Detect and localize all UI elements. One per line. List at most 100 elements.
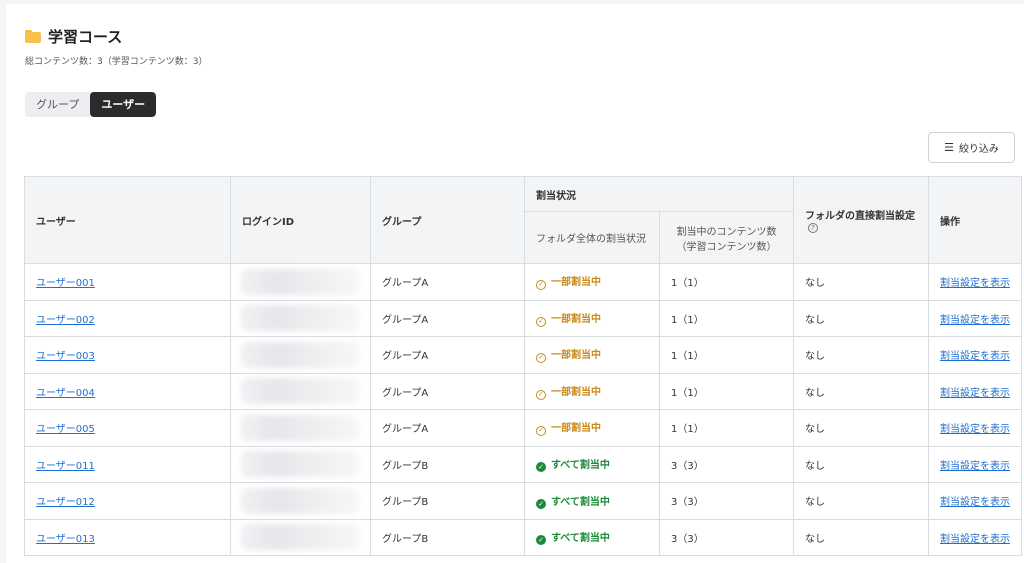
user-link[interactable]: ユーザー004 [36, 388, 95, 399]
cell-user: ユーザー013 [24, 518, 231, 556]
cell-action: 割当設定を表示 [928, 409, 1022, 447]
view-assignment-link[interactable]: 割当設定を表示 [940, 278, 1010, 289]
table-row: ユーザー001 グループA ✓ 一部割当中 1（1） なし 割当設定を表示 [24, 263, 1022, 301]
cell-action: 割当設定を表示 [928, 482, 1022, 520]
header-group: グループ [370, 176, 525, 264]
login-id-redacted [241, 341, 359, 368]
clock-check-icon: ✓ [536, 280, 546, 291]
cell-folder-status: ✓ 一部割当中 [524, 336, 660, 374]
login-id-redacted [241, 451, 359, 478]
main-panel: 学習コース 総コンテンツ数：3（学習コンテンツ数：3） グループ ユーザー ☰ … [6, 4, 1024, 563]
cell-content-count: 1（1） [659, 263, 794, 301]
cell-content-count: 3（3） [659, 518, 794, 556]
title-row: 学習コース [25, 26, 122, 47]
filter-icon: ☰ [944, 141, 954, 154]
view-assignment-link[interactable]: 割当設定を表示 [940, 315, 1010, 326]
header-user: ユーザー [24, 176, 231, 264]
cell-folder-status: ✓ 一部割当中 [524, 263, 660, 301]
cell-login-id [230, 372, 371, 410]
cell-folder-status: ✓ すべて割当中 [524, 445, 660, 483]
cell-action: 割当設定を表示 [928, 445, 1022, 483]
cell-content-count: 1（1） [659, 336, 794, 374]
cell-user: ユーザー002 [24, 299, 231, 337]
cell-content-count: 1（1） [659, 372, 794, 410]
login-id-redacted [241, 524, 359, 551]
toggle-group-button[interactable]: グループ [25, 92, 90, 117]
clock-check-icon: ✓ [536, 353, 546, 364]
cell-folder-status: ✓ すべて割当中 [524, 482, 660, 520]
cell-folder-status: ✓ すべて割当中 [524, 518, 660, 556]
cell-action: 割当設定を表示 [928, 263, 1022, 301]
login-id-redacted [241, 414, 359, 441]
content-count-label: 割当中のコンテンツ数 [676, 226, 777, 238]
toggle-user-button[interactable]: ユーザー [90, 92, 157, 117]
table-row: ユーザー004 グループA ✓ 一部割当中 1（1） なし 割当設定を表示 [24, 372, 1022, 410]
table-row: ユーザー012 グループB ✓ すべて割当中 3（3） なし 割当設定を表示 [24, 482, 1022, 520]
cell-direct-assign: なし [793, 263, 929, 301]
status-text: 一部割当中 [551, 386, 601, 398]
table-row: ユーザー002 グループA ✓ 一部割当中 1（1） なし 割当設定を表示 [24, 299, 1022, 337]
cell-login-id [230, 445, 371, 483]
table-body: ユーザー001 グループA ✓ 一部割当中 1（1） なし 割当設定を表示 ユーザー002 グル… [24, 263, 1022, 556]
cell-folder-status: ✓ 一部割当中 [524, 372, 660, 410]
status-text: すべて割当中 [551, 460, 610, 472]
cell-content-count: 1（1） [659, 409, 794, 447]
header-folder-status: フォルダ全体の割当状況 [524, 211, 660, 264]
user-link[interactable]: ユーザー001 [36, 278, 95, 289]
cell-user: ユーザー005 [24, 409, 231, 447]
cell-direct-assign: なし [793, 336, 929, 374]
filter-button[interactable]: ☰ 絞り込み [928, 132, 1015, 163]
user-link[interactable]: ユーザー012 [36, 497, 95, 508]
user-link[interactable]: ユーザー002 [36, 315, 95, 326]
cell-group: グループA [370, 299, 525, 337]
cell-login-id [230, 518, 371, 556]
page-title: 学習コース [48, 28, 123, 46]
direct-assign-label: フォルダの直接割当設定 [805, 211, 915, 222]
login-id-redacted [241, 378, 359, 405]
user-link[interactable]: ユーザー013 [36, 534, 95, 545]
cell-direct-assign: なし [793, 409, 929, 447]
user-link[interactable]: ユーザー003 [36, 351, 95, 362]
view-assignment-link[interactable]: 割当設定を表示 [940, 461, 1010, 472]
content-count-summary: 総コンテンツ数：3（学習コンテンツ数：3） [25, 57, 208, 67]
view-assignment-link[interactable]: 割当設定を表示 [940, 534, 1010, 545]
cell-content-count: 1（1） [659, 299, 794, 337]
cell-user: ユーザー004 [24, 372, 231, 410]
header-content-count: 割当中のコンテンツ数 （学習コンテンツ数） [659, 211, 794, 264]
view-assignment-link[interactable]: 割当設定を表示 [940, 497, 1010, 508]
status-text: 一部割当中 [551, 350, 601, 362]
status-text: 一部割当中 [551, 423, 601, 435]
cell-content-count: 3（3） [659, 482, 794, 520]
cell-direct-assign: なし [793, 445, 929, 483]
folder-icon [25, 30, 41, 43]
view-assignment-link[interactable]: 割当設定を表示 [940, 388, 1010, 399]
cell-user: ユーザー012 [24, 482, 231, 520]
login-id-redacted [241, 487, 359, 514]
cell-group: グループB [370, 518, 525, 556]
content-count-sublabel: （学習コンテンツ数） [676, 241, 777, 253]
cell-group: グループA [370, 409, 525, 447]
cell-user: ユーザー003 [24, 336, 231, 374]
cell-login-id [230, 299, 371, 337]
check-circle-icon: ✓ [536, 498, 546, 509]
login-id-redacted [241, 268, 359, 295]
cell-group: グループB [370, 445, 525, 483]
check-circle-icon: ✓ [536, 535, 546, 546]
cell-action: 割当設定を表示 [928, 299, 1022, 337]
user-link[interactable]: ユーザー005 [36, 424, 95, 435]
cell-direct-assign: なし [793, 518, 929, 556]
table-row: ユーザー005 グループA ✓ 一部割当中 1（1） なし 割当設定を表示 [24, 409, 1022, 447]
clock-check-icon: ✓ [536, 389, 546, 400]
view-assignment-link[interactable]: 割当設定を表示 [940, 351, 1010, 362]
status-text: すべて割当中 [551, 496, 610, 508]
help-icon[interactable]: ? [808, 223, 818, 233]
cell-group: グループB [370, 482, 525, 520]
cell-folder-status: ✓ 一部割当中 [524, 409, 660, 447]
cell-login-id [230, 482, 371, 520]
cell-content-count: 3（3） [659, 445, 794, 483]
cell-user: ユーザー011 [24, 445, 231, 483]
clock-check-icon: ✓ [536, 316, 546, 327]
user-link[interactable]: ユーザー011 [36, 461, 95, 472]
view-assignment-link[interactable]: 割当設定を表示 [940, 424, 1010, 435]
status-text: 一部割当中 [551, 277, 601, 289]
